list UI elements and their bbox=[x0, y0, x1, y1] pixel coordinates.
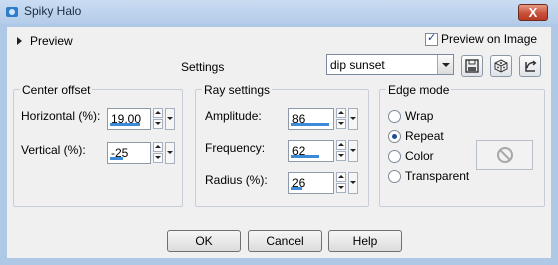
edge-mode-title: Edge mode bbox=[386, 83, 452, 97]
edge-mode-transparent-label[interactable]: Transparent bbox=[405, 169, 469, 183]
edge-mode-repeat-radio[interactable] bbox=[388, 130, 401, 143]
spin-down-icon[interactable] bbox=[336, 151, 346, 161]
spin-up-icon[interactable] bbox=[153, 142, 163, 152]
chevron-down-icon[interactable] bbox=[437, 55, 453, 74]
edge-mode-wrap-label[interactable]: Wrap bbox=[405, 109, 433, 123]
preset-select[interactable]: dip sunset bbox=[326, 54, 454, 75]
frequency-spinner[interactable]: 62 bbox=[288, 140, 358, 162]
spin-up-icon[interactable] bbox=[336, 140, 346, 150]
save-preset-button[interactable] bbox=[461, 55, 483, 77]
spin-down-icon[interactable] bbox=[153, 119, 163, 129]
randomize-button[interactable] bbox=[490, 55, 512, 77]
frequency-input[interactable]: 62 bbox=[288, 140, 334, 162]
center-offset-group: Center offset Horizontal (%): 19,00 Vert… bbox=[13, 83, 183, 207]
frequency-slider-bar[interactable] bbox=[291, 155, 319, 158]
amplitude-slider-bar[interactable] bbox=[291, 123, 329, 126]
save-icon bbox=[465, 59, 479, 73]
close-button[interactable]: X bbox=[518, 4, 548, 21]
amplitude-slider-dropdown[interactable] bbox=[348, 108, 358, 130]
amplitude-spinner[interactable]: 86 bbox=[288, 108, 358, 130]
dialog-body: Preview ✓ Preview on Image Settings dip … bbox=[7, 27, 551, 258]
horizontal-spinner[interactable]: 19,00 bbox=[107, 108, 175, 130]
horizontal-stepper[interactable] bbox=[153, 108, 163, 130]
frequency-slider-dropdown[interactable] bbox=[348, 140, 358, 162]
reset-button[interactable] bbox=[519, 55, 541, 77]
frequency-stepper[interactable] bbox=[336, 140, 346, 162]
vertical-label: Vertical (%): bbox=[21, 143, 86, 157]
vertical-stepper[interactable] bbox=[153, 142, 163, 164]
preview-on-image-checkbox[interactable]: ✓ bbox=[425, 32, 438, 46]
ok-button[interactable]: OK bbox=[167, 230, 241, 252]
cancel-button[interactable]: Cancel bbox=[248, 230, 322, 252]
vertical-spinner[interactable]: -25 bbox=[107, 142, 175, 164]
preview-toggle[interactable]: Preview bbox=[17, 34, 73, 48]
title-bar[interactable]: Spiky Halo X bbox=[0, 0, 558, 24]
preview-label: Preview bbox=[30, 34, 73, 48]
reset-icon bbox=[525, 60, 537, 72]
help-button[interactable]: Help bbox=[328, 230, 402, 252]
edge-mode-repeat-label[interactable]: Repeat bbox=[405, 129, 444, 143]
edge-mode-wrap-radio[interactable] bbox=[388, 110, 401, 123]
spin-up-icon[interactable] bbox=[336, 108, 346, 118]
radius-input[interactable]: 26 bbox=[288, 172, 334, 194]
horizontal-input[interactable]: 19,00 bbox=[107, 108, 151, 130]
vertical-slider-bar[interactable] bbox=[110, 157, 123, 160]
vertical-input[interactable]: -25 bbox=[107, 142, 151, 164]
center-offset-title: Center offset bbox=[20, 83, 93, 97]
disabled-icon bbox=[497, 147, 513, 163]
checkmark-icon: ✓ bbox=[427, 32, 437, 44]
edge-color-swatch[interactable] bbox=[476, 140, 533, 170]
dialog-window: Spiky Halo X Preview ✓ Preview on Image … bbox=[0, 0, 558, 265]
spin-up-icon[interactable] bbox=[336, 172, 346, 182]
spin-down-icon[interactable] bbox=[336, 119, 346, 129]
preset-value: dip sunset bbox=[330, 58, 385, 72]
randomize-dice-icon bbox=[494, 59, 508, 73]
vertical-slider-dropdown[interactable] bbox=[165, 142, 175, 164]
radius-slider-dropdown[interactable] bbox=[348, 172, 358, 194]
spin-up-icon[interactable] bbox=[153, 108, 163, 118]
amplitude-label: Amplitude: bbox=[205, 109, 262, 123]
radius-slider-bar[interactable] bbox=[291, 187, 302, 190]
radius-stepper[interactable] bbox=[336, 172, 346, 194]
horizontal-label: Horizontal (%): bbox=[21, 109, 101, 123]
frequency-label: Frequency: bbox=[205, 141, 266, 155]
amplitude-input[interactable]: 86 bbox=[288, 108, 334, 130]
amplitude-stepper[interactable] bbox=[336, 108, 346, 130]
radius-label: Radius (%): bbox=[205, 173, 268, 187]
expand-arrow-icon bbox=[17, 37, 22, 45]
app-icon bbox=[5, 5, 19, 19]
spin-down-icon[interactable] bbox=[336, 183, 346, 193]
horizontal-slider-dropdown[interactable] bbox=[165, 108, 175, 130]
edge-mode-transparent-radio[interactable] bbox=[388, 170, 401, 183]
radius-spinner[interactable]: 26 bbox=[288, 172, 358, 194]
horizontal-slider-bar[interactable] bbox=[110, 123, 140, 126]
ray-settings-group: Ray settings Amplitude: 86 Frequency: 62 bbox=[195, 83, 369, 207]
settings-label: Settings bbox=[181, 60, 225, 74]
edge-mode-color-radio[interactable] bbox=[388, 150, 401, 163]
window-title: Spiky Halo bbox=[24, 4, 82, 18]
edge-mode-color-label[interactable]: Color bbox=[405, 149, 434, 163]
preview-on-image-label: Preview on Image bbox=[441, 32, 538, 46]
edge-mode-group: Edge mode Wrap Repeat Color Transparent bbox=[379, 83, 545, 207]
spin-down-icon[interactable] bbox=[153, 153, 163, 163]
ray-settings-title: Ray settings bbox=[202, 83, 273, 97]
